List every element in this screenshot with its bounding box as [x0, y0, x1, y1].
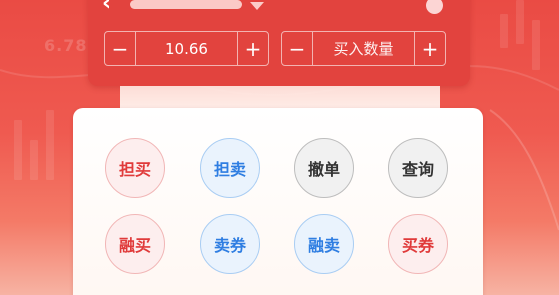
quantity-decrease-button[interactable]: − — [282, 32, 313, 65]
price-decrease-button[interactable]: − — [105, 32, 136, 65]
action-card: 担买 担卖 撤单 查询 融买 卖券 融卖 买券 — [73, 108, 483, 295]
chevron-left-icon[interactable]: ‹ — [102, 0, 111, 15]
price-increase-button[interactable]: + — [237, 32, 268, 65]
margin-sell-collateral-button[interactable]: 担卖 — [200, 138, 260, 198]
quantity-stepper: − 买入数量 + — [281, 31, 446, 66]
price-input[interactable]: 10.66 — [136, 32, 237, 65]
quantity-increase-button[interactable]: + — [414, 32, 445, 65]
short-sell-button[interactable]: 融卖 — [294, 214, 354, 274]
trading-screen: 6.78 ‹ − 10.66 + − 买入数量 + 担买 担卖 撤单 查询 融买… — [0, 0, 559, 295]
buy-to-return-button[interactable]: 买券 — [388, 214, 448, 274]
stock-name-placeholder[interactable] — [130, 0, 242, 9]
triangle-down-icon[interactable] — [250, 2, 264, 10]
margin-buy-collateral-button[interactable]: 担买 — [105, 138, 165, 198]
query-button[interactable]: 查询 — [388, 138, 448, 198]
panel-divider-strip — [120, 86, 440, 110]
price-stepper: − 10.66 + — [104, 31, 269, 66]
cancel-order-button[interactable]: 撤单 — [294, 138, 354, 198]
quantity-input[interactable]: 买入数量 — [313, 32, 414, 65]
sell-to-repay-button[interactable]: 卖券 — [200, 214, 260, 274]
financing-buy-button[interactable]: 融买 — [105, 214, 165, 274]
